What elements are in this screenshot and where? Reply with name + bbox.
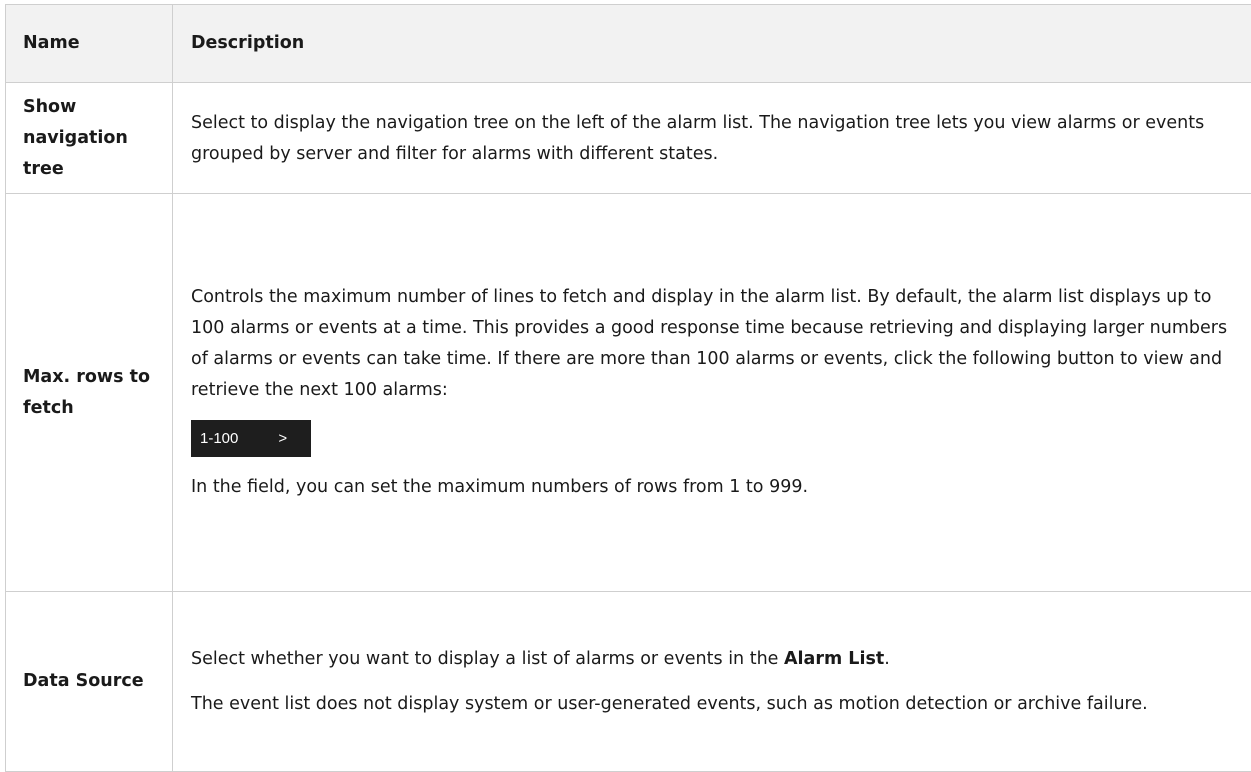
table-row-max-rows-to-fetch: Max. rows to fetch Controls the maximum … bbox=[5, 193, 1251, 592]
setting-name: Max. rows to fetch bbox=[5, 193, 173, 592]
chevron-right-icon: > bbox=[278, 430, 288, 447]
description-paragraph: Controls the maximum number of lines to … bbox=[191, 287, 1228, 400]
table-row-show-navigation-tree: Show navigation tree Select to display t… bbox=[5, 82, 1251, 194]
setting-description: Select whether you want to display a lis… bbox=[172, 591, 1251, 772]
name-column-header: Name bbox=[5, 4, 173, 83]
setting-name: Show navigation tree bbox=[5, 82, 173, 194]
setting-name: Data Source bbox=[5, 591, 173, 772]
alarm-list-term: Alarm List bbox=[784, 648, 885, 669]
description-paragraph: In the field, you can set the maximum nu… bbox=[191, 477, 809, 497]
description-paragraph: The event list does not display system o… bbox=[191, 693, 1148, 714]
pager-range-label: 1-100 bbox=[200, 430, 239, 447]
description-text: . bbox=[884, 648, 890, 669]
header-row: Name Description bbox=[5, 4, 1251, 83]
table-header: Name Description bbox=[5, 4, 1251, 83]
table-row-data-source: Data Source Select whether you want to d… bbox=[5, 591, 1251, 772]
description-column-header: Description bbox=[172, 4, 1251, 83]
next-page-button-image: 1-100 > bbox=[191, 420, 311, 457]
description-paragraph: Select to display the navigation tree on… bbox=[191, 113, 1205, 164]
settings-table: Name Description Show navigation tree Se… bbox=[5, 4, 1251, 772]
description-text: Select whether you want to display a lis… bbox=[191, 648, 784, 669]
setting-description: Controls the maximum number of lines to … bbox=[172, 193, 1251, 592]
setting-description: Select to display the navigation tree on… bbox=[172, 82, 1251, 194]
description-paragraph: Select whether you want to display a lis… bbox=[191, 644, 1237, 675]
